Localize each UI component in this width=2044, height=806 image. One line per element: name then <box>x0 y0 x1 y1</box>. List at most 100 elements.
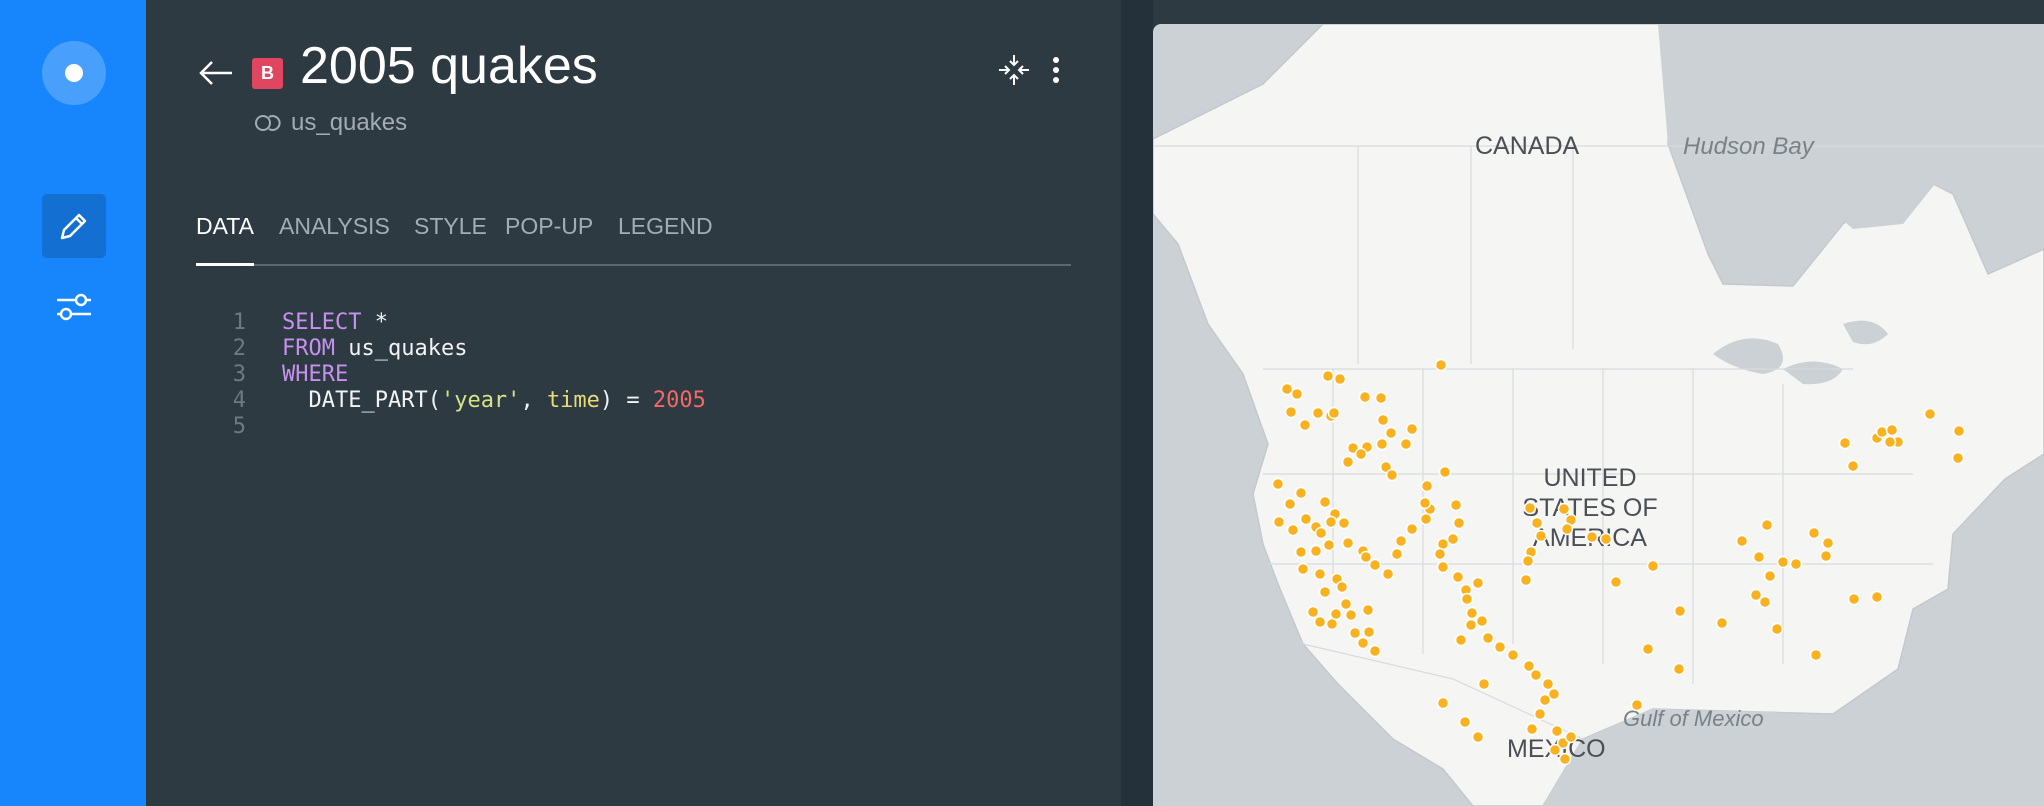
quake-point[interactable] <box>1763 569 1777 583</box>
sql-line[interactable]: 2 FROM us_quakes <box>196 336 1056 362</box>
quake-point[interactable] <box>1313 615 1327 629</box>
quake-point[interactable] <box>1420 479 1434 493</box>
quake-point[interactable] <box>1337 516 1351 530</box>
quake-point[interactable] <box>1368 558 1382 572</box>
sql-line[interactable]: 4 DATE_PART('year', time) = 2005 <box>196 388 1056 414</box>
more-options-icon[interactable] <box>1044 53 1068 87</box>
tab-style[interactable]: STYLE <box>414 208 487 264</box>
quake-point[interactable] <box>1405 522 1419 536</box>
quake-point[interactable] <box>1368 644 1382 658</box>
quake-point[interactable] <box>1286 523 1300 537</box>
quake-point[interactable] <box>1454 633 1468 647</box>
quake-point[interactable] <box>1471 730 1485 744</box>
sidebar-item-settings[interactable] <box>51 288 97 326</box>
back-arrow-icon[interactable] <box>196 58 236 88</box>
quake-point[interactable] <box>1521 554 1535 568</box>
collapse-icon[interactable] <box>997 53 1031 87</box>
quake-point[interactable] <box>1493 640 1507 654</box>
quake-point[interactable] <box>1325 617 1339 631</box>
quake-point[interactable] <box>1294 486 1308 500</box>
quake-point[interactable] <box>1318 495 1332 509</box>
quake-point[interactable] <box>1452 516 1466 530</box>
sql-line[interactable]: 1 SELECT * <box>196 310 1056 336</box>
quake-point[interactable] <box>1599 532 1613 546</box>
quake-point[interactable] <box>1299 512 1313 526</box>
quake-point[interactable] <box>1951 451 1965 465</box>
quake-point[interactable] <box>1290 387 1304 401</box>
quake-point[interactable] <box>1384 426 1398 440</box>
quake-point[interactable] <box>1449 498 1463 512</box>
quake-point[interactable] <box>1506 648 1520 662</box>
quake-point[interactable] <box>1519 573 1533 587</box>
quake-point[interactable] <box>1846 459 1860 473</box>
quake-point[interactable] <box>1557 502 1571 516</box>
quake-point[interactable] <box>1870 590 1884 604</box>
quake-point[interactable] <box>1883 435 1897 449</box>
quake-point[interactable] <box>1475 614 1489 628</box>
quake-point[interactable] <box>1807 526 1821 540</box>
quake-point[interactable] <box>1752 550 1766 564</box>
quake-point[interactable] <box>1374 391 1388 405</box>
quake-point[interactable] <box>1735 534 1749 548</box>
quake-point[interactable] <box>1564 730 1578 744</box>
quake-point[interactable] <box>1672 662 1686 676</box>
quake-point[interactable] <box>1548 743 1562 757</box>
quake-point[interactable] <box>1673 604 1687 618</box>
quake-point[interactable] <box>1821 536 1835 550</box>
quake-point[interactable] <box>1534 529 1548 543</box>
quake-point[interactable] <box>1314 526 1328 540</box>
quake-point[interactable] <box>1838 436 1852 450</box>
quake-point[interactable] <box>1405 422 1419 436</box>
quake-point[interactable] <box>1418 496 1432 510</box>
quake-point[interactable] <box>1458 715 1472 729</box>
quake-point[interactable] <box>1529 668 1543 682</box>
quake-point[interactable] <box>1327 406 1341 420</box>
quake-point[interactable] <box>1952 424 1966 438</box>
quake-point[interactable] <box>1630 698 1644 712</box>
quake-point[interactable] <box>1341 455 1355 469</box>
quake-point[interactable] <box>1438 465 1452 479</box>
quake-point[interactable] <box>1359 550 1373 564</box>
quake-point[interactable] <box>1560 522 1574 536</box>
quake-point[interactable] <box>1296 562 1310 576</box>
quake-point[interactable] <box>1272 515 1286 529</box>
quake-point[interactable] <box>1525 722 1539 736</box>
layer-source-name[interactable]: us_quakes <box>291 108 407 138</box>
quake-point[interactable] <box>1381 567 1395 581</box>
quake-point[interactable] <box>1923 407 1937 421</box>
quake-point[interactable] <box>1280 382 1294 396</box>
quake-point[interactable] <box>1789 557 1803 571</box>
carto-logo-icon[interactable] <box>42 41 106 105</box>
quake-point[interactable] <box>1847 592 1861 606</box>
quake-point[interactable] <box>1375 437 1389 451</box>
quake-point[interactable] <box>1399 437 1413 451</box>
quake-point[interactable] <box>1819 549 1833 563</box>
quake-point[interactable] <box>1394 534 1408 548</box>
quake-point[interactable] <box>1358 390 1372 404</box>
quake-point[interactable] <box>1321 369 1335 383</box>
sql-editor[interactable]: 1 SELECT * 2 FROM us_quakes 3 WHERE 4 DATE_PAR… <box>196 310 1056 440</box>
quake-point[interactable] <box>1875 425 1889 439</box>
quake-point[interactable] <box>1361 603 1375 617</box>
quake-point[interactable] <box>1641 642 1655 656</box>
quake-point[interactable] <box>1333 372 1347 386</box>
quake-point[interactable] <box>1283 497 1297 511</box>
quake-point[interactable] <box>1344 608 1358 622</box>
quake-point[interactable] <box>1471 576 1485 590</box>
tab-legend[interactable]: LEGEND <box>618 208 713 264</box>
quake-point[interactable] <box>1348 626 1362 640</box>
quake-point[interactable] <box>1298 418 1312 432</box>
quake-point[interactable] <box>1530 516 1544 530</box>
tab-analysis[interactable]: ANALYSIS <box>279 208 390 264</box>
sql-line[interactable]: 5 <box>196 414 1056 440</box>
quake-point[interactable] <box>1324 515 1338 529</box>
quake-point[interactable] <box>1460 592 1474 606</box>
layer-title[interactable]: 2005 quakes <box>300 34 598 98</box>
quake-point[interactable] <box>1760 518 1774 532</box>
quake-point[interactable] <box>1446 532 1460 546</box>
quake-point[interactable] <box>1550 724 1564 738</box>
quake-point[interactable] <box>1776 555 1790 569</box>
quake-point[interactable] <box>1362 625 1376 639</box>
quake-point[interactable] <box>1284 405 1298 419</box>
quake-point[interactable] <box>1465 606 1479 620</box>
